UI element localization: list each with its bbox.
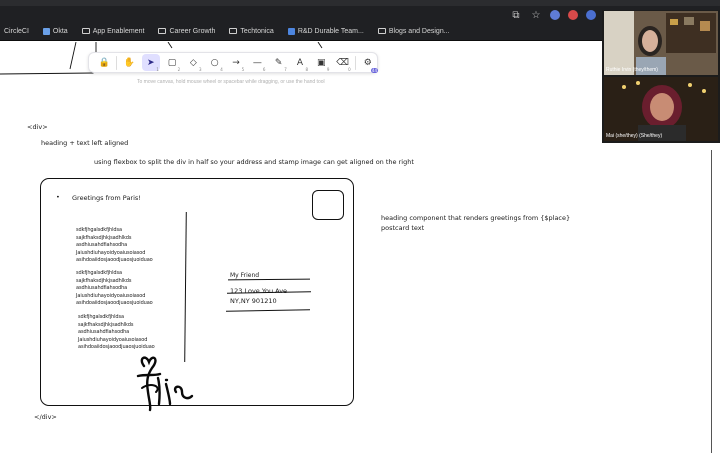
postcard-greeting: Greetings from Paris! (72, 194, 141, 202)
bookmark-item[interactable]: CircleCI (4, 28, 29, 35)
participant-video-icon (604, 77, 718, 141)
partial-shape-line (317, 42, 323, 49)
folder-icon (158, 28, 167, 34)
postcard-paragraph: sdkfjhgalsdkfjhldsa sajkfhaksdjhkjsadhlk… (78, 314, 155, 350)
okta-icon (42, 27, 50, 35)
folder-icon (81, 28, 90, 34)
eraser-tool-icon[interactable]: ⌫ 0 (333, 54, 351, 73)
video-tile-1[interactable]: Ruthie Irvin (they/them) (604, 11, 718, 75)
partial-shape-line (69, 42, 77, 70)
library-tool-icon[interactable]: ⚙ 44 (359, 54, 378, 73)
bookmark-item[interactable]: Okta (42, 27, 68, 35)
partial-shape-outline (0, 42, 97, 75)
participant-video-icon (604, 11, 718, 75)
lock-icon[interactable]: 🔒 (95, 54, 113, 71)
bookmark-folder[interactable]: Blogs and Design... (377, 28, 450, 35)
address-name: My Friend (230, 272, 260, 279)
postcard-paragraph: sdkfjhgalsdkfjhldsa sajkfhaksdjhkjsadhlk… (76, 227, 153, 263)
note-postcard-text: postcard text (381, 224, 425, 232)
diamond-tool-icon[interactable]: ◇ 3 (184, 54, 202, 73)
line-tool-icon[interactable]: —6 (248, 54, 266, 73)
browser-toolbar-icons: ⧉ ☆ (510, 7, 596, 23)
div-open-tag: <div> (27, 123, 48, 131)
note-flexbox: using flexbox to split the div in half s… (94, 158, 414, 166)
div-close-tag: </div> (34, 413, 57, 421)
bookmark-folder[interactable]: App Enablement (81, 28, 144, 35)
signature-scribble (136, 356, 194, 412)
extension-icon[interactable] (550, 10, 560, 20)
folder-icon (377, 28, 386, 34)
canvas-hint: To move canvas, hold mouse wheel or spac… (137, 79, 325, 85)
toolbar-separator (116, 55, 118, 70)
library-badge: 44 (370, 68, 378, 73)
text-tool-icon[interactable]: A8 (291, 54, 309, 73)
arrow-tool-icon[interactable]: → 5 (227, 54, 245, 73)
doc-icon (287, 27, 295, 35)
canvas-edge-line (711, 150, 712, 453)
screen-share-icon[interactable]: ⧉ (510, 10, 522, 21)
toolbar-separator (354, 55, 356, 70)
bullet: • (56, 193, 60, 201)
shape-toolbar: 🔒 ✋ ➤ 1 ▢ 2 ◇ 3 ○ 4 → 5 —6 ✎ 7 A8 ▣ 9 ⌫ 0 ⚙ 44 (88, 52, 378, 73)
bookmark-star-icon[interactable]: ☆ (530, 10, 542, 21)
image-tool-icon[interactable]: ▣ 9 (312, 54, 330, 73)
partial-shape-line (167, 42, 173, 49)
rectangle-tool-icon[interactable]: ▢ 2 (163, 54, 181, 73)
address-city: NY,NY 901210 (230, 297, 277, 305)
bookmark-item[interactable]: R&D Durable Team... (287, 27, 364, 35)
postcard-paragraph: sdkfjhgalsdkfjhldsa sajkfhaksdjhkjsadhlk… (76, 270, 153, 306)
hand-tool-icon[interactable]: ✋ (120, 54, 138, 71)
ellipse-tool-icon[interactable]: ○ 4 (206, 54, 224, 73)
note-component: heading component that renders greetings… (381, 214, 571, 222)
participant-name: Ruthie Irvin (they/them) (606, 67, 658, 73)
draw-tool-icon[interactable]: ✎ 7 (269, 54, 287, 73)
video-tile-2[interactable]: Mai (she/they) (She/they) (604, 77, 718, 141)
note-heading: heading + text left aligned (41, 139, 129, 147)
folder-icon (229, 28, 238, 34)
stamp-box[interactable] (312, 190, 344, 220)
selection-tool-icon[interactable]: ➤ 1 (141, 54, 160, 72)
extension-icon[interactable] (586, 10, 596, 20)
participant-name: Mai (she/they) (She/they) (606, 133, 663, 139)
extension-icon[interactable] (568, 10, 578, 20)
bookmark-folder[interactable]: Techtonica (229, 28, 274, 35)
bookmark-folder[interactable]: Career Growth (158, 28, 215, 35)
